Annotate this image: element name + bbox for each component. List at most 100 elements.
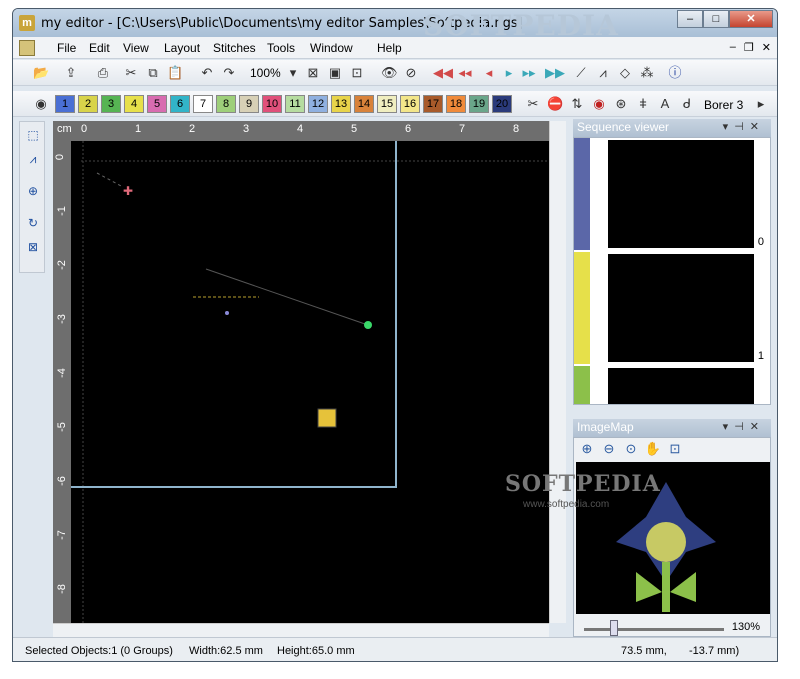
color-2[interactable]: 2 [78, 95, 98, 113]
text-tool-icon[interactable]: A [657, 96, 673, 112]
menu-help[interactable]: Help [377, 41, 402, 55]
color-9[interactable]: 9 [239, 95, 259, 113]
color-4[interactable]: 4 [124, 95, 144, 113]
copy-icon[interactable]: ⧉ [145, 65, 161, 81]
color-18[interactable]: 18 [446, 95, 466, 113]
hand-icon[interactable]: ✋ [644, 440, 662, 458]
start-icon[interactable]: ⊛ [613, 96, 629, 112]
menu-file[interactable]: File [57, 41, 76, 55]
fit-selection-icon[interactable]: ▣ [327, 65, 343, 81]
maximize-button[interactable]: □ [703, 10, 729, 28]
fit-page-icon[interactable]: ⊡ [349, 65, 365, 81]
main-toolbar: 📂 ⇪ ⎙ ✂ ⧉ 📋 ↶ ↷ 100% ▾ ⊠ ▣ ⊡ 👁 ⊘ ◀◀ ◂◂ ◂… [13, 60, 777, 86]
close-button[interactable]: ✕ [729, 10, 773, 28]
more-icon[interactable]: ▸ [753, 96, 769, 112]
undo-icon[interactable]: ↶ [199, 65, 215, 81]
borer-label[interactable]: Borer 3 [704, 98, 743, 112]
forward-fast-icon[interactable]: ▸▸ [521, 65, 537, 81]
open-icon[interactable]: 📂 [33, 65, 49, 81]
sequence-item[interactable]: 1 [574, 252, 770, 364]
color-11[interactable]: 11 [285, 95, 305, 113]
jump-icon[interactable]: ⇅ [569, 96, 585, 112]
color-1[interactable]: 1 [55, 95, 75, 113]
rotate-tool-icon[interactable]: ↻ [24, 214, 42, 232]
sequence-item[interactable]: 0 [574, 138, 770, 250]
panel-controls[interactable]: ▾⊣✕ [723, 420, 765, 433]
color-14[interactable]: 14 [354, 95, 374, 113]
color-6[interactable]: 6 [170, 95, 190, 113]
status-width: Width:62.5 mm [189, 645, 263, 657]
back-fast-icon[interactable]: ◂◂ [457, 65, 473, 81]
zoom-slider-thumb[interactable] [610, 620, 618, 636]
hide-icon[interactable]: ⊘ [403, 65, 419, 81]
color-16[interactable]: 16 [400, 95, 420, 113]
canvas-vertical-scrollbar[interactable] [549, 121, 566, 623]
needle-icon[interactable]: ǂ [635, 96, 651, 112]
barrier-marker[interactable] [317, 408, 337, 428]
minimize-button[interactable]: ‒ [677, 10, 703, 28]
line-tool-icon[interactable]: ⟋ [573, 65, 589, 81]
menu-view[interactable]: View [123, 41, 149, 55]
mdi-close-button[interactable]: ✕ [762, 41, 771, 54]
menu-window[interactable]: Window [310, 41, 353, 55]
color-15[interactable]: 15 [377, 95, 397, 113]
color-wheel-icon[interactable]: ◉ [33, 96, 49, 112]
redo-icon[interactable]: ↷ [221, 65, 237, 81]
shape-icon[interactable]: ◇ [617, 65, 633, 81]
cut-icon[interactable]: ✂ [123, 65, 139, 81]
panel-controls[interactable]: ▾⊣✕ [723, 120, 765, 133]
trim-icon[interactable]: ✂ [525, 96, 541, 112]
first-stitch-icon[interactable]: ◀◀ [433, 65, 453, 81]
color-8[interactable]: 8 [216, 95, 236, 113]
color-3[interactable]: 3 [101, 95, 121, 113]
print-icon[interactable]: ⎙ [95, 65, 111, 81]
last-stitch-icon[interactable]: ▶▶ [545, 65, 565, 81]
stitch-view-icon[interactable]: ⩘ [595, 65, 611, 81]
stop-icon[interactable]: ⛔ [547, 96, 563, 112]
mdi-minimize-button[interactable]: – [730, 41, 736, 54]
color-7[interactable]: 7 [193, 95, 213, 113]
color-10[interactable]: 10 [262, 95, 282, 113]
menu-tools[interactable]: Tools [267, 41, 295, 55]
zoom-fit-icon[interactable]: ⊙ [622, 440, 640, 458]
zoom-slider-track[interactable] [584, 628, 724, 631]
fit-all-icon[interactable]: ⊡ [666, 440, 684, 458]
wait-icon[interactable]: ⁂ [639, 65, 655, 81]
sequence-item[interactable] [574, 366, 770, 404]
forward-icon[interactable]: ▸ [501, 65, 517, 81]
color-19[interactable]: 19 [469, 95, 489, 113]
start-marker[interactable]: ✚ [123, 184, 133, 198]
hook-icon[interactable]: ᑯ [679, 96, 695, 112]
color-20[interactable]: 20 [492, 95, 512, 113]
menu-edit[interactable]: Edit [89, 41, 110, 55]
color-13[interactable]: 13 [331, 95, 351, 113]
chevron-down-icon[interactable]: ▾ [285, 65, 301, 81]
transform-tool-icon[interactable]: ⊠ [24, 238, 42, 256]
menu-layout[interactable]: Layout [164, 41, 200, 55]
document-icon[interactable] [19, 40, 35, 56]
color-17[interactable]: 17 [423, 95, 443, 113]
stitch-icon[interactable]: ◉ [591, 96, 607, 112]
save-icon[interactable]: ⇪ [63, 65, 79, 81]
info-icon[interactable]: ⓘ [667, 65, 683, 81]
ruler-tick: 6 [405, 123, 412, 135]
canvas-horizontal-scrollbar[interactable] [53, 623, 549, 637]
end-point[interactable] [364, 321, 372, 329]
zoom-in-icon[interactable]: ⊕ [578, 440, 596, 458]
zoom-tool-icon[interactable]: ⊕ [24, 182, 42, 200]
select-tool-icon[interactable]: ⬚ [24, 126, 42, 144]
menu-stitches[interactable]: Stitches [213, 41, 256, 55]
paste-icon[interactable]: 📋 [167, 65, 183, 81]
color-5[interactable]: 5 [147, 95, 167, 113]
fit-icon[interactable]: ⊠ [305, 65, 321, 81]
mdi-restore-button[interactable]: ❐ [744, 41, 754, 54]
design-canvas[interactable]: ✚ [53, 121, 549, 623]
ruler-tick: -4 [55, 368, 68, 378]
back-icon[interactable]: ◂ [481, 65, 497, 81]
color-12[interactable]: 12 [308, 95, 328, 113]
sequence-viewer: 0 1 [573, 137, 771, 405]
show-icon[interactable]: 👁 [381, 65, 398, 81]
stitch-select-icon[interactable]: ⩘ [24, 150, 42, 168]
status-coords-y: -13.7 mm) [689, 645, 740, 657]
zoom-out-icon[interactable]: ⊖ [600, 440, 618, 458]
